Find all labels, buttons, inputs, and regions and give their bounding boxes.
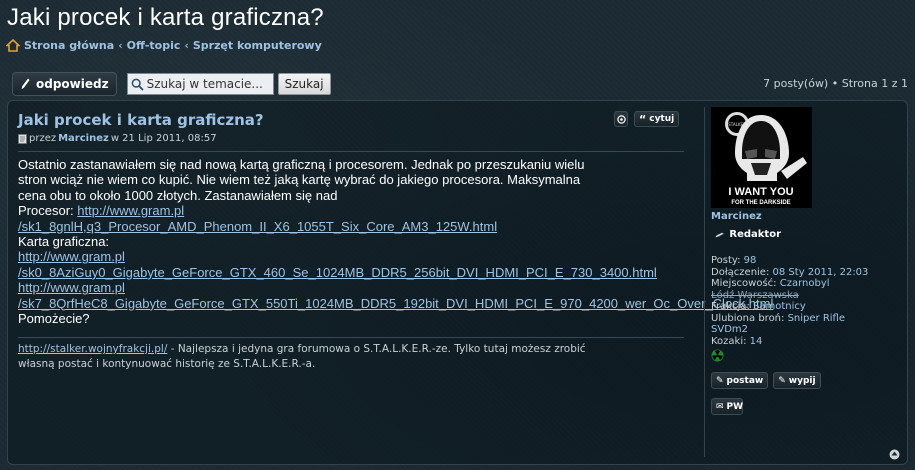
post-author-link[interactable]: Marcinez (58, 133, 109, 144)
content-line: stron wciąż nie wiem co kupić. Nie wiem … (18, 172, 581, 188)
post-author-line: przez Marcinez w 21 Lip 2011, 08:57 (18, 133, 696, 144)
quote-button[interactable]: “ cytuj (634, 111, 680, 127)
field-label: Posty: (711, 255, 744, 266)
breadcrumb-separator: ‹ (118, 39, 123, 52)
pencil-icon (20, 77, 31, 91)
wypij-label: wypij (788, 375, 816, 386)
pm-label: PW (726, 401, 744, 412)
signature-link[interactable]: http://stalker.wojnyfrakcji.pl/ (18, 343, 167, 355)
processor-line: Procesor: http://www.gram.pl (18, 203, 708, 218)
post-title[interactable]: Jaki procek i karta graficzna? (18, 111, 696, 129)
profile-fields: Posty: 98 Dołączenie: 08 Sty 2011, 22:03… (711, 255, 904, 347)
rank-label: Redaktor (729, 229, 781, 240)
search-box (126, 73, 274, 95)
profile-field-weapon-continued: SVDm2 (711, 324, 904, 336)
processor-link-line: /sk1_8gnlH,q3_Procesor_AMD_Phenom_II_X6_… (18, 219, 708, 234)
breadcrumb-hardware-link[interactable]: Sprzęt komputerowy (193, 39, 322, 52)
postaw-label: postaw (726, 375, 764, 386)
graphics-label: Karta graficzna: (18, 234, 110, 250)
radiation-icon (711, 349, 724, 362)
processor-link-continued[interactable]: /sk1_8gnlH,q3_Procesor_AMD_Phenom_II_X6_… (18, 219, 497, 234)
search-icon (131, 78, 144, 91)
quote-icon: “ (639, 112, 647, 126)
post-icon[interactable] (18, 133, 27, 144)
page-title: Jaki procek i karta graficzna? (7, 4, 324, 31)
signature-text: - Najlepsza i jedyna gra forumowa o S.T.… (167, 343, 586, 355)
content-line: cena obu to około 1000 złotych. Zastanaw… (18, 187, 338, 203)
profile-field-location: Miejscowość: Czarnobyl (711, 278, 904, 290)
field-value: Samotnicy (753, 301, 806, 312)
report-button[interactable] (614, 111, 628, 127)
processor-label: Procesor: (18, 203, 78, 219)
profile-field-weapon: Ulubiona broń: Sniper Rifle (711, 313, 904, 325)
profile-field-location-continued: Łódź Warszawska (711, 290, 904, 302)
profile-username[interactable]: Marcinez (711, 211, 904, 222)
post-profile: STALKER I WANT YOU FOR THE DARKSIDE Marc… (704, 107, 904, 457)
postaw-button[interactable]: ✎ postaw (711, 372, 769, 389)
processor-link[interactable]: http://www.gram.pl (77, 203, 184, 218)
avatar-text-2: FOR THE DARKSIDE (731, 200, 790, 206)
back-to-top-icon[interactable] (889, 449, 900, 460)
profile-field-faction: Frakcja: Samotnicy (711, 301, 904, 313)
avatar[interactable]: STALKER I WANT YOU FOR THE DARKSIDE (711, 107, 812, 208)
profile-field-posts: Posty: 98 (711, 255, 904, 267)
rank-badge: Redaktor (711, 226, 781, 243)
field-value: 08 Sty 2011, 22:03 (772, 266, 869, 278)
postaw-icon: ✎ (716, 375, 724, 386)
profile-field-kozaki: Kozaki: 14 (711, 336, 904, 348)
avatar-text-1: I WANT YOU (728, 186, 793, 198)
field-label: Frakcja: (711, 301, 754, 312)
pencil-rank-icon (715, 231, 725, 238)
field-label: Kozaki: (711, 335, 750, 347)
breadcrumb-separator: ‹ (184, 39, 189, 52)
closing-question: Pomożecie? (18, 311, 90, 327)
field-value[interactable]: 98 (744, 255, 757, 266)
search-button[interactable]: Szukaj (277, 73, 331, 95)
post: Jaki procek i karta graficzna? przez Mar… (7, 100, 908, 465)
gpu1-link[interactable]: http://www.gram.pl (18, 249, 125, 264)
pm-icon: ✉ (716, 401, 724, 412)
gpu1-link-continued[interactable]: /sk0_8AziGuy0_Gigabyte_GeForce_GTX_460_S… (18, 265, 657, 280)
post-content: Ostatnio zastanawiałem się nad nową kart… (18, 157, 773, 327)
profile-field-joined: Dołączenie: 08 Sty 2011, 22:03 (711, 267, 904, 279)
reply-button[interactable]: odpowiedz (12, 72, 117, 96)
breadcrumb-home-link[interactable]: Strona główna (24, 39, 114, 52)
field-label: Miejscowość: (711, 278, 780, 289)
breadcrumb: Strona główna ‹ Off-topic ‹ Sprzęt kompu… (6, 39, 322, 52)
reply-button-label: odpowiedz (36, 77, 109, 91)
report-icon (616, 114, 626, 124)
field-value: Łódź Warszawska (711, 289, 799, 301)
post-date: w 21 Lip 2011, 08:57 (110, 133, 217, 144)
field-label: Ulubiona broń: (711, 312, 788, 324)
gpu2-link[interactable]: http://www.gram.pl (18, 280, 125, 295)
pm-button[interactable]: ✉ PW (711, 398, 743, 415)
breadcrumb-off-topic-link[interactable]: Off-topic (127, 39, 181, 52)
content-line: Ostatnio zastanawiałem się nad nową kart… (18, 157, 585, 172)
action-bar: odpowiedz Szukaj (12, 72, 331, 96)
field-value: 14 (749, 335, 763, 347)
home-icon (6, 39, 20, 52)
gpu2-link-line-2: /sk7_8QrfHeC8_Gigabyte_GeForce_GTX_550Ti… (18, 296, 773, 311)
field-label: Dołączenie: (711, 266, 773, 278)
quote-button-label: cytuj (649, 114, 675, 124)
profile-buttons: ✎ postaw ✎ wypij (711, 372, 904, 389)
search-topic-input[interactable] (146, 77, 271, 91)
wypij-icon: ✎ (778, 375, 786, 386)
field-value: Czarnobyl (779, 278, 830, 289)
post-body: Jaki procek i karta graficzna? przez Mar… (18, 111, 696, 144)
signature: http://stalker.wojnyfrakcji.pl/ - Najlep… (18, 337, 684, 372)
post-divider (18, 151, 684, 152)
post-actions: “ cytuj (614, 111, 680, 127)
wypij-button[interactable]: ✎ wypij (773, 372, 821, 389)
by-prefix: przez (29, 133, 57, 144)
field-value: Sniper Rifle (787, 312, 846, 324)
gpu1-link-line-2: /sk0_8AziGuy0_Gigabyte_GeForce_GTX_460_S… (18, 265, 708, 280)
gpu2-link-line: http://www.gram.pl (18, 280, 708, 295)
pagination-info: 7 posty(ów) • Strona 1 z 1 (763, 77, 908, 90)
field-value: SVDm2 (711, 324, 748, 335)
gpu2-link-continued[interactable]: /sk7_8QrfHeC8_Gigabyte_GeForce_GTX_550Ti… (18, 296, 773, 311)
signature-text: własną postać i kontynuować historię ze … (18, 358, 316, 370)
gpu1-link-line: http://www.gram.pl (18, 249, 708, 264)
